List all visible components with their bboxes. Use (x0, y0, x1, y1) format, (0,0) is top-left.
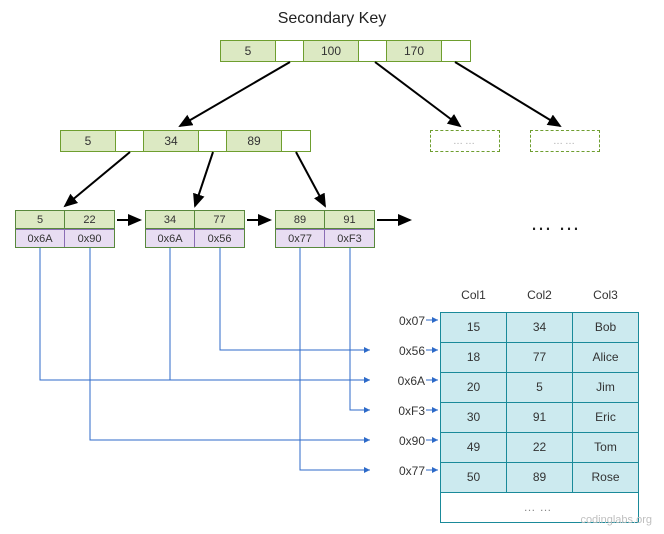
internal-gap-3 (282, 131, 310, 151)
placeholder-label: …… (553, 136, 577, 147)
table-cell: 18 (441, 342, 507, 372)
leaf-ellipsis: …… (530, 210, 586, 236)
table-header: Col1 (441, 282, 507, 312)
placeholder-label: …… (453, 136, 477, 147)
watermark: codinglabs.org (580, 514, 652, 526)
internal-node: 5 34 89 (60, 130, 311, 152)
table-row: 18 77 Alice (441, 342, 639, 372)
placeholder-node-1: …… (430, 130, 500, 152)
table-cell: 91 (507, 402, 573, 432)
table-header: Col3 (573, 282, 639, 312)
leaf-pointer: 0x6A (146, 229, 195, 247)
addr-label: 0xF3 (375, 404, 425, 418)
leaf-key: 89 (276, 211, 325, 229)
addr-label: 0x07 (375, 314, 425, 328)
leaf-pointer: 0x90 (65, 229, 114, 247)
placeholder-node-2: …… (530, 130, 600, 152)
root-gap-3 (442, 41, 470, 61)
table-cell: 89 (507, 462, 573, 492)
data-table: Col1 Col2 Col3 15 34 Bob 18 77 Alice 20 … (440, 282, 639, 523)
internal-key-2: 34 (144, 131, 199, 151)
table-row: 30 91 Eric (441, 402, 639, 432)
table-cell: Alice (573, 342, 639, 372)
root-key-3: 170 (387, 41, 442, 61)
leaf-pointer: 0x77 (276, 229, 325, 247)
addr-label: 0x90 (375, 434, 425, 448)
table-cell: Rose (573, 462, 639, 492)
leaf-node-2: 34 77 0x6A 0x56 (145, 210, 245, 248)
table-cell: 15 (441, 312, 507, 342)
internal-gap-1 (116, 131, 144, 151)
root-gap-1 (276, 41, 304, 61)
addr-label: 0x77 (375, 464, 425, 478)
diagram-title: Secondary Key (0, 10, 664, 28)
leaf-key: 77 (195, 211, 244, 229)
leaf-key: 91 (325, 211, 374, 229)
internal-key-1: 5 (61, 131, 116, 151)
table-cell: 50 (441, 462, 507, 492)
table-cell: 30 (441, 402, 507, 432)
internal-key-3: 89 (227, 131, 282, 151)
root-node: 5 100 170 (220, 40, 471, 62)
table-header: Col2 (507, 282, 573, 312)
leaf-pointer: 0x6A (16, 229, 65, 247)
table-row: 20 5 Jim (441, 372, 639, 402)
leaf-key: 34 (146, 211, 195, 229)
internal-gap-2 (199, 131, 227, 151)
root-gap-2 (359, 41, 387, 61)
leaf-pointer: 0xF3 (325, 229, 374, 247)
table-row: 50 89 Rose (441, 462, 639, 492)
table-cell: 5 (507, 372, 573, 402)
root-key-2: 100 (304, 41, 359, 61)
table-row: 15 34 Bob (441, 312, 639, 342)
leaf-key: 22 (65, 211, 114, 229)
leaf-key: 5 (16, 211, 65, 229)
addr-label: 0x56 (375, 344, 425, 358)
table-cell: Jim (573, 372, 639, 402)
table-row: 49 22 Tom (441, 432, 639, 462)
root-key-1: 5 (221, 41, 276, 61)
leaf-pointer: 0x56 (195, 229, 244, 247)
table-cell: Eric (573, 402, 639, 432)
table-cell: Bob (573, 312, 639, 342)
table-cell: 22 (507, 432, 573, 462)
table-cell: 77 (507, 342, 573, 372)
leaf-node-3: 89 91 0x77 0xF3 (275, 210, 375, 248)
table-cell: 49 (441, 432, 507, 462)
table-cell: 20 (441, 372, 507, 402)
leaf-node-1: 5 22 0x6A 0x90 (15, 210, 115, 248)
table-cell: 34 (507, 312, 573, 342)
table-cell: Tom (573, 432, 639, 462)
addr-label: 0x6A (375, 374, 425, 388)
